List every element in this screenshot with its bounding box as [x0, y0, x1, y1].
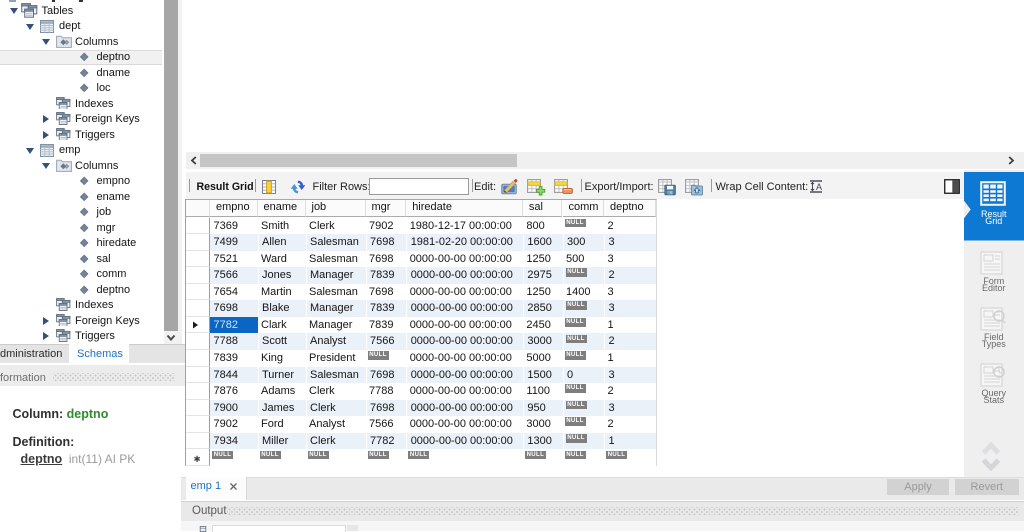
svg-text:A: A: [816, 182, 822, 192]
